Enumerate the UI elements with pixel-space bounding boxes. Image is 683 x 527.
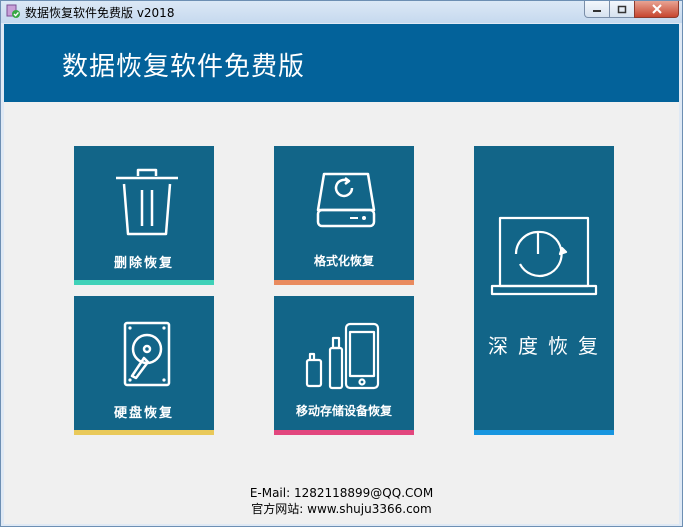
- tile-label: 格式化恢复: [313, 254, 374, 268]
- mobile-storage-recovery-tile[interactable]: 移动存储设备恢复: [274, 296, 414, 435]
- accent-bar: [274, 430, 414, 435]
- close-icon: [651, 4, 662, 14]
- maximize-button[interactable]: [609, 1, 635, 18]
- trash-icon: [116, 168, 178, 236]
- minimize-icon: [593, 10, 601, 12]
- contact-email: E-Mail: 1282118899@QQ.COM: [249, 486, 434, 500]
- hard-disk-recovery-tile[interactable]: 硬盘恢复: [74, 296, 214, 435]
- accent-bar: [74, 280, 214, 285]
- accent-bar: [74, 430, 214, 435]
- deep-recovery-tile[interactable]: 深度恢复: [474, 146, 614, 435]
- tile-label: 删除恢复: [113, 256, 174, 271]
- window-title: 数据恢复软件免费版 v2018: [25, 6, 175, 20]
- accent-bar: [274, 280, 414, 285]
- close-button[interactable]: [634, 1, 679, 18]
- format-recovery-tile[interactable]: 格式化恢复: [274, 146, 414, 285]
- minimize-button[interactable]: [584, 1, 610, 18]
- tile-label: 深度恢复: [488, 334, 608, 358]
- website-link[interactable]: 官方网站: www.shuju3366.com: [4, 500, 679, 517]
- hard-disk-icon: [123, 321, 171, 387]
- drive-icon: [316, 172, 376, 228]
- app-icon: [6, 4, 20, 18]
- tile-label: 移动存储设备恢复: [295, 404, 392, 418]
- mobile-storage-icon: [305, 322, 380, 390]
- header-banner: 数据恢复软件免费版: [4, 24, 679, 102]
- maximize-icon: [617, 5, 627, 13]
- delete-recovery-tile[interactable]: 删除恢复: [74, 146, 214, 285]
- app-window: 数据恢复软件免费版 v2018 数据恢复软件免费版 删除恢复 格式化恢复 硬盘恢…: [0, 0, 683, 527]
- tile-label: 硬盘恢复: [113, 406, 174, 421]
- accent-bar: [474, 430, 614, 435]
- title-bar[interactable]: 数据恢复软件免费版 v2018: [1, 1, 682, 23]
- monitor-scan-icon: [490, 216, 598, 296]
- client-area: 数据恢复软件免费版 删除恢复 格式化恢复 硬盘恢复 移动存储设备恢复 深度恢复 …: [4, 24, 679, 524]
- banner-title: 数据恢复软件免费版: [62, 52, 306, 82]
